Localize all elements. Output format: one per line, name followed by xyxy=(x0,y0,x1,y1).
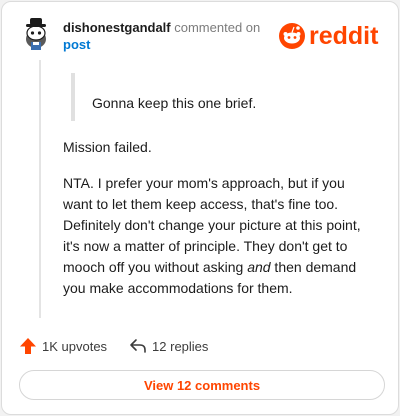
upvote-button[interactable]: 1K upvotes xyxy=(19,337,107,355)
comment-paragraph-2: NTA. I prefer your mom's approach, but i… xyxy=(63,173,393,299)
action-bar: 1K upvotes 12 replies xyxy=(19,335,208,357)
paragraph-line: it's now a matter of principle. They don… xyxy=(63,238,348,254)
snoo-avatar-icon[interactable] xyxy=(18,16,54,52)
comment-paragraph-1: Mission failed. xyxy=(63,139,152,155)
logo-text: reddit xyxy=(309,22,379,50)
upvote-arrow-icon xyxy=(20,338,36,354)
paragraph-line: mooch off you without asking xyxy=(63,259,248,275)
username-link[interactable]: dishonestgandalf xyxy=(63,20,171,35)
reply-arrow-icon xyxy=(130,339,146,353)
paragraph-line: want to let them keep access, that's fin… xyxy=(63,196,339,212)
post-link[interactable]: post xyxy=(63,37,90,52)
reddit-logo-icon[interactable]: reddit xyxy=(279,21,389,51)
action-text: commented on xyxy=(174,20,261,35)
replies-button[interactable]: 12 replies xyxy=(129,338,208,354)
replies-count: 12 replies xyxy=(152,338,209,354)
quote-bar xyxy=(71,73,75,121)
quote-text: Gonna keep this one brief. xyxy=(92,95,257,111)
thread-line xyxy=(39,60,41,318)
view-comments-button[interactable]: View 12 comments xyxy=(19,370,385,400)
emphasis-word: and xyxy=(247,259,271,275)
paragraph-line: NTA. I prefer your mom's approach, but i… xyxy=(63,175,345,191)
paragraph-line: you make accommodations for them. xyxy=(63,280,293,296)
comment-card: dishonestgandalf commented on post reddi… xyxy=(1,1,399,415)
comment-meta: dishonestgandalf commented on post xyxy=(63,19,273,53)
paragraph-line-tail: then demand xyxy=(270,259,357,275)
upvote-count: 1K upvotes xyxy=(42,338,108,354)
paragraph-line: Definitely don't change your picture at … xyxy=(63,217,361,233)
